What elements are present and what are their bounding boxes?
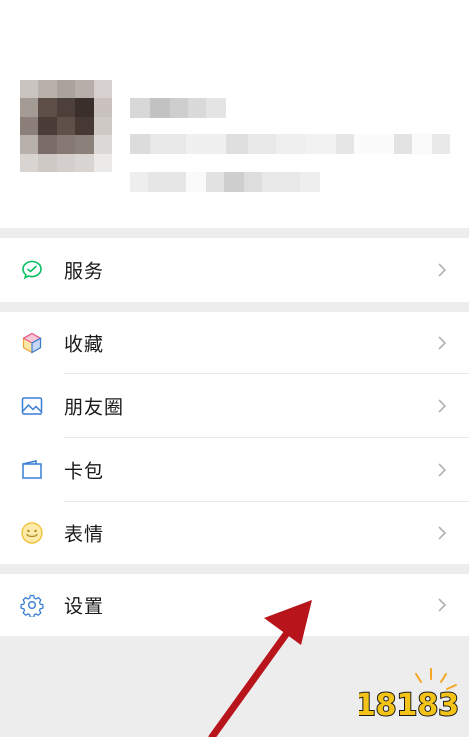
profile-header[interactable]	[0, 0, 469, 228]
favorites-icon	[20, 331, 44, 355]
stickers-icon	[20, 521, 44, 545]
menu-item-moments[interactable]: 朋友圈	[0, 374, 469, 438]
chevron-right-icon	[438, 336, 447, 350]
avatar[interactable]	[20, 80, 112, 172]
menu-item-label: 服务	[64, 260, 105, 283]
chevron-right-icon	[438, 526, 447, 540]
settings-icon	[20, 593, 44, 617]
moments-icon	[20, 394, 44, 418]
profile-status	[130, 172, 320, 192]
menu-item-label: 收藏	[64, 333, 105, 356]
chevron-right-icon	[438, 263, 447, 277]
services-section: 服务	[0, 238, 469, 302]
chevron-right-icon	[438, 463, 447, 477]
menu-item-services[interactable]: 服务	[0, 238, 469, 302]
profile-account	[130, 134, 450, 154]
services-icon	[20, 258, 44, 282]
cards-icon	[20, 458, 44, 482]
profile-name	[130, 98, 226, 118]
chevron-right-icon	[438, 598, 447, 612]
chevron-right-icon	[438, 399, 447, 413]
watermark-logo: 18183	[359, 668, 459, 721]
menu-item-stickers[interactable]: 表情	[0, 502, 469, 564]
menu-item-label: 朋友圈	[64, 396, 125, 419]
features-section: 收藏 朋友圈 卡包 表情	[0, 312, 469, 564]
menu-item-cards[interactable]: 卡包	[0, 438, 469, 502]
svg-text:18183: 18183	[359, 688, 459, 721]
menu-item-favorites[interactable]: 收藏	[0, 312, 469, 374]
menu-item-label: 卡包	[64, 460, 105, 483]
menu-item-settings[interactable]: 设置	[0, 574, 469, 636]
menu-item-label: 表情	[64, 523, 105, 546]
settings-section: 设置	[0, 574, 469, 636]
menu-item-label: 设置	[64, 595, 105, 618]
